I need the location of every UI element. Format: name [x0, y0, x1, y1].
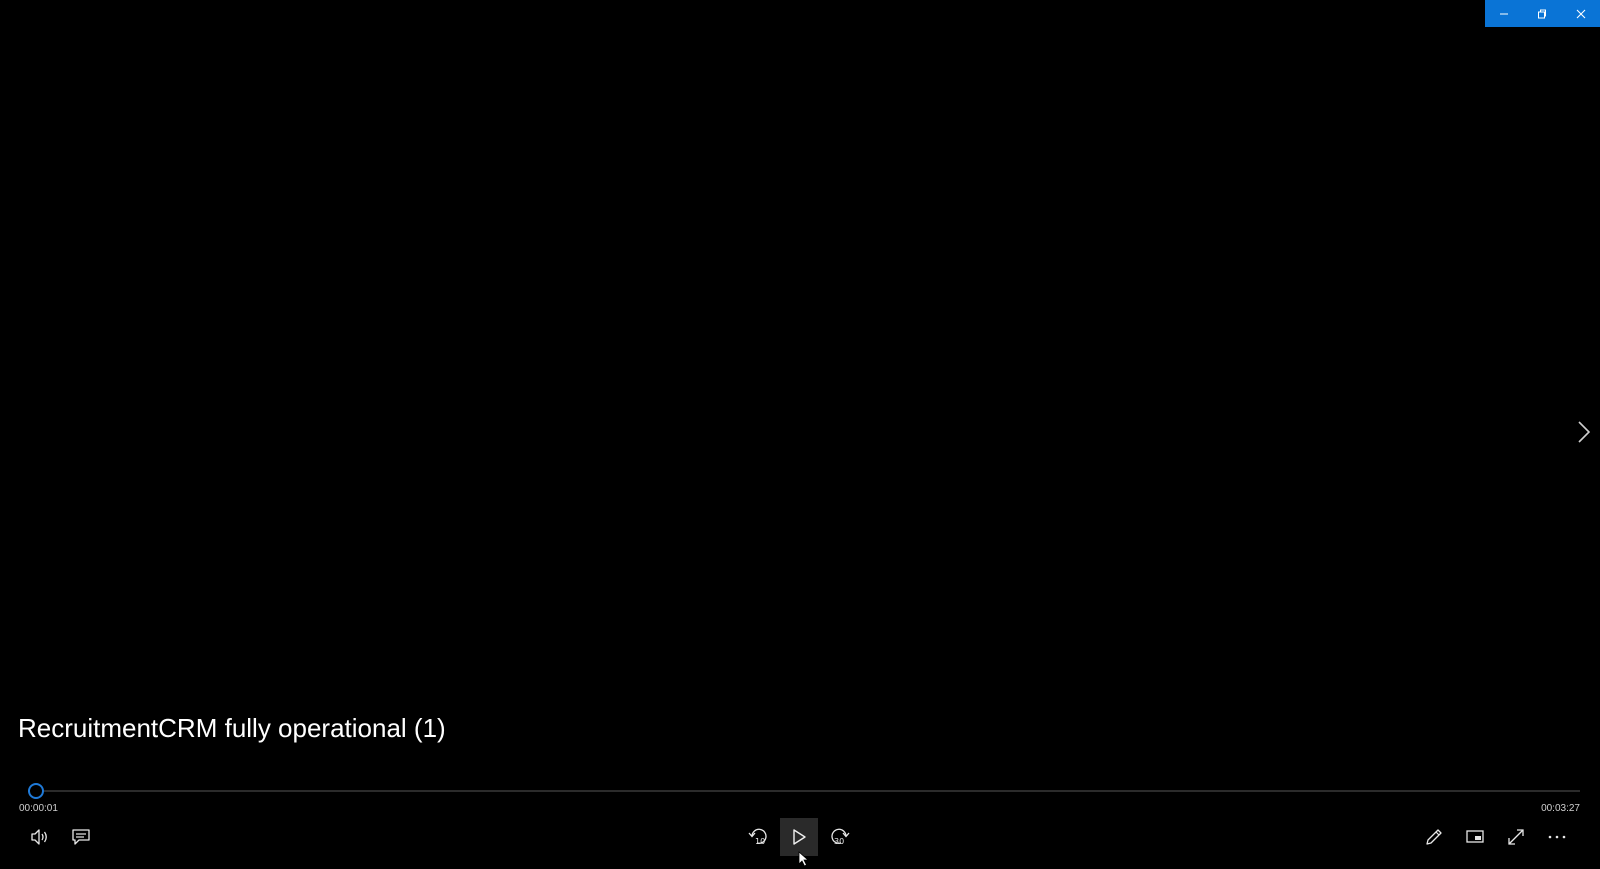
edit-icon [1426, 829, 1442, 845]
more-options-button[interactable] [1538, 818, 1576, 856]
skip-forward-button[interactable]: 30 [821, 818, 859, 856]
video-title: RecruitmentCRM fully operational (1) [18, 713, 446, 743]
more-icon [1548, 835, 1566, 839]
restore-icon [1538, 9, 1547, 18]
restore-button[interactable] [1523, 0, 1561, 27]
close-icon [1576, 9, 1586, 18]
play-icon [793, 829, 806, 845]
captions-button[interactable] [62, 818, 100, 856]
close-button[interactable] [1562, 0, 1600, 27]
fullscreen-button[interactable] [1497, 818, 1535, 856]
next-video-button[interactable] [1574, 412, 1594, 452]
total-time: 00:03:27 [1541, 803, 1580, 814]
seek-bar[interactable] [27, 783, 1580, 799]
skip-back-10-icon: 10 [748, 828, 767, 846]
chevron-right-icon [1578, 421, 1590, 443]
mini-view-icon [1466, 830, 1484, 843]
play-button[interactable] [780, 818, 818, 856]
window-controls [1485, 0, 1600, 27]
minimize-icon [1500, 13, 1509, 14]
seek-thumb[interactable] [27, 783, 44, 799]
volume-button[interactable] [21, 818, 59, 856]
fullscreen-icon [1508, 829, 1524, 845]
minimize-button[interactable] [1485, 0, 1523, 27]
skip-back-button[interactable]: 10 [739, 818, 777, 856]
mini-view-button[interactable] [1456, 818, 1494, 856]
skip-forward-30-icon: 30 [831, 828, 850, 846]
volume-icon [31, 829, 47, 845]
skip-back-label: 10 [755, 837, 765, 846]
edit-button[interactable] [1415, 818, 1453, 856]
skip-forward-label: 30 [834, 837, 844, 846]
media-player-window: RecruitmentCRM fully operational (1) 00:… [0, 0, 1600, 869]
current-time: 00:00:01 [19, 803, 58, 814]
captions-icon [72, 829, 90, 845]
